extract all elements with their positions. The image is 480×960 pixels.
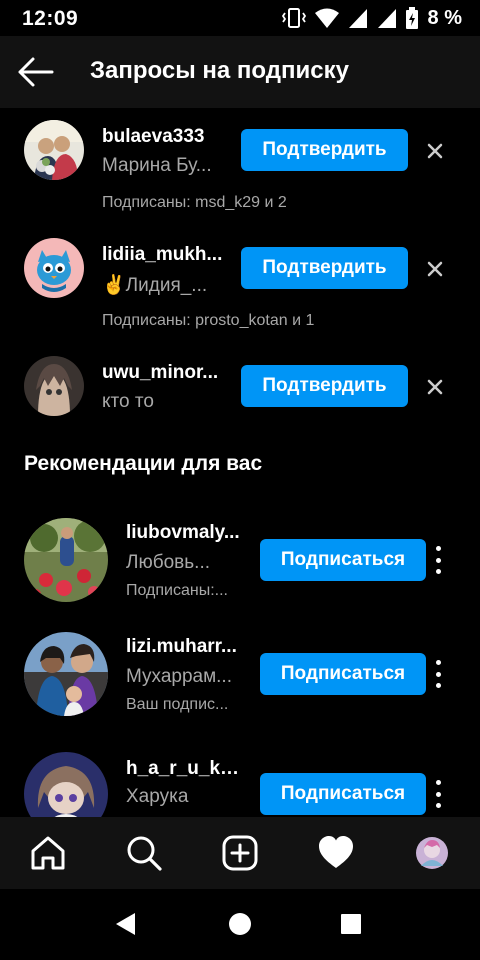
avatar[interactable] (24, 356, 84, 416)
request-full-name: Марина Бу... (102, 155, 212, 176)
suggestion-username[interactable]: h_a_r_u_k_... (126, 758, 246, 780)
battery-percent: 8 % (427, 6, 462, 29)
heart-icon[interactable] (316, 833, 356, 873)
more-options-icon[interactable] (430, 780, 446, 808)
clock: 12:09 (22, 7, 79, 30)
back-triangle-icon[interactable] (110, 909, 140, 939)
signal-icon (348, 9, 367, 28)
request-username[interactable]: bulaeva333 (102, 126, 232, 148)
request-username[interactable]: lidiia_mukh... (102, 244, 232, 266)
request-full-name: кто то (102, 391, 154, 412)
follow-button[interactable]: Подписаться (260, 653, 426, 695)
avatar[interactable] (24, 632, 108, 716)
avatar[interactable] (24, 238, 84, 298)
confirm-button[interactable]: Подтвердить (241, 247, 408, 289)
close-icon[interactable] (424, 258, 446, 280)
home-circle-icon[interactable] (225, 909, 255, 939)
follow-button[interactable]: Подписаться (260, 773, 426, 815)
suggestion-username[interactable]: liubovmaly... (126, 522, 246, 544)
request-mutual: Подписаны: msd_k29 и 2 (102, 194, 287, 211)
app-header: Запросы на подписку (0, 36, 480, 108)
wifi-icon (314, 8, 339, 28)
suggestion-full-name: Любовь... (126, 552, 210, 573)
battery-icon (405, 7, 418, 29)
add-post-icon[interactable] (220, 833, 260, 873)
avatar[interactable] (24, 120, 84, 180)
avatar[interactable] (24, 518, 108, 602)
confirm-button[interactable]: Подтвердить (241, 129, 408, 171)
request-username[interactable]: uwu_minor... (102, 362, 232, 384)
suggestion-full-name: Харука (126, 786, 189, 807)
system-nav-bar (0, 889, 480, 960)
signal-icon-2 (377, 9, 396, 28)
suggestion-username[interactable]: lizi.muharr... (126, 636, 246, 658)
recents-square-icon[interactable] (336, 909, 366, 939)
suggestion-subtitle: Подписаны:... (126, 582, 228, 599)
status-icons: 8 % (281, 6, 462, 30)
arrow-left-icon[interactable] (16, 54, 56, 90)
more-options-icon[interactable] (430, 660, 446, 688)
profile-avatar[interactable] (412, 833, 452, 873)
confirm-button[interactable]: Подтвердить (241, 365, 408, 407)
more-options-icon[interactable] (430, 546, 446, 574)
suggestions-title: Рекомендации для вас (24, 452, 263, 475)
vibrate-icon (281, 8, 306, 28)
close-icon[interactable] (424, 376, 446, 398)
request-full-name: ✌️Лидия_... (102, 275, 208, 296)
home-icon[interactable] (28, 833, 68, 873)
search-icon[interactable] (124, 833, 164, 873)
bottom-tab-bar (0, 817, 480, 889)
suggestion-full-name: Мухаррам... (126, 666, 232, 687)
suggestion-subtitle: Ваш подпис... (126, 696, 229, 713)
follow-button[interactable]: Подписаться (260, 539, 426, 581)
status-bar: 12:09 8 % (0, 0, 480, 36)
close-icon[interactable] (424, 140, 446, 162)
page-title: Запросы на подписку (90, 57, 349, 84)
request-mutual: Подписаны: prosto_kotan и 1 (102, 312, 315, 329)
